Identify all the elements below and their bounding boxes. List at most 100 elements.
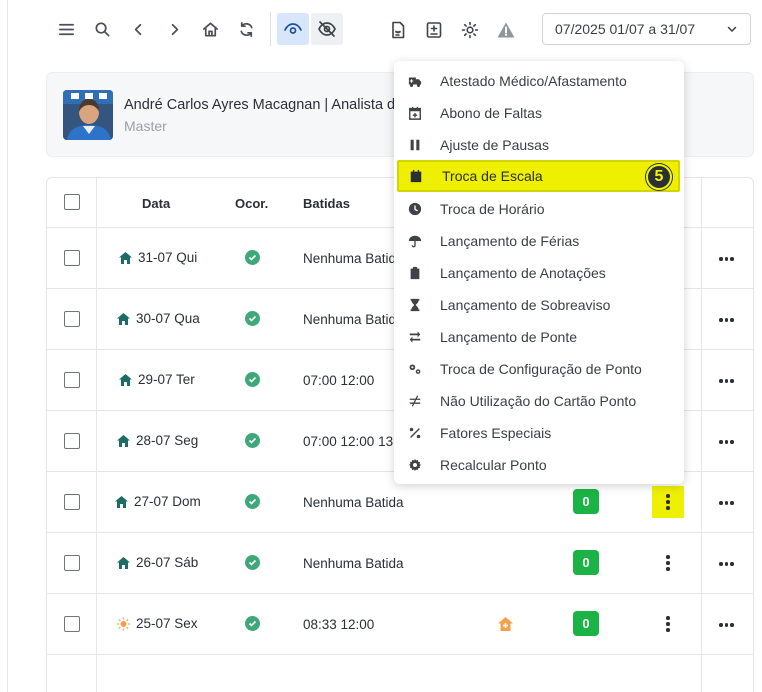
hide-toggle[interactable]: [311, 13, 343, 45]
chevron-down-icon: [727, 26, 737, 33]
menu-item-config-change[interactable]: Troca de Configuração de Ponto: [394, 353, 684, 385]
more-options-button[interactable]: [719, 440, 734, 444]
table-row: 25-07 Sex 08:33 12:00 0: [47, 594, 753, 655]
row-actions-button[interactable]: [652, 547, 684, 579]
row-punches: Nenhuma Batid: [303, 251, 397, 266]
home-icon: [119, 373, 132, 386]
home-office-icon: [498, 617, 513, 631]
menu-item-notes[interactable]: Lançamento de Anotações: [394, 257, 684, 289]
count-badge: 0: [573, 611, 599, 636]
home-icon: [115, 495, 128, 508]
row-checkbox[interactable]: [64, 250, 80, 266]
pause-icon: [407, 137, 423, 153]
warning-icon: [497, 22, 515, 38]
next-button[interactable]: [156, 12, 192, 46]
menu-button[interactable]: [48, 12, 84, 46]
menu-item-special-factors[interactable]: Fatores Especiais: [394, 417, 684, 449]
header-date: Data: [142, 196, 171, 211]
document-button[interactable]: [383, 15, 413, 45]
menu-item-schedule-change[interactable]: Troca de Escala 5: [397, 160, 680, 192]
hourglass-icon: [407, 297, 423, 313]
chevron-right-icon: [171, 23, 178, 35]
row-checkbox[interactable]: [64, 433, 80, 449]
more-options-button[interactable]: [719, 257, 734, 261]
more-options-button[interactable]: [719, 379, 734, 383]
check-icon: [245, 494, 260, 509]
avatar-photo: [63, 90, 113, 140]
row-checkbox[interactable]: [64, 494, 80, 510]
row-date: 25-07 Sex: [116, 616, 198, 631]
row-date: 28-07 Seg: [116, 433, 198, 448]
check-icon: [245, 616, 260, 631]
menu-item-medical-certificate[interactable]: Atestado Médico/Afastamento: [394, 65, 684, 97]
menu-item-on-call[interactable]: Lançamento de Sobreaviso: [394, 289, 684, 321]
row-date: 26-07 Sáb: [116, 555, 198, 570]
row-punches: 08:33 12:00: [303, 617, 375, 632]
more-options-button[interactable]: [719, 318, 734, 322]
document-icon: [392, 21, 405, 39]
not-equal-icon: [407, 393, 423, 409]
search-icon: [94, 21, 110, 37]
previous-button[interactable]: [120, 12, 156, 46]
table-row: 26-07 Sáb Nenhuma Batida 0: [47, 533, 753, 594]
count-badge: 0: [573, 550, 599, 575]
percent-icon: [407, 425, 423, 441]
menu-item-pause-adjustment[interactable]: Ajuste de Pausas: [394, 129, 684, 161]
period-select-value: 07/2025 01/07 a 31/07: [555, 21, 696, 37]
home-icon: [117, 312, 130, 325]
check-icon: [245, 311, 260, 326]
count-badge: 0: [573, 489, 599, 514]
umbrella-icon: [407, 233, 423, 249]
row-punches: Nenhuma Batid: [303, 312, 397, 327]
warning-button[interactable]: [491, 15, 521, 45]
search-button[interactable]: [84, 12, 120, 46]
settings-button[interactable]: [455, 15, 485, 45]
period-select[interactable]: 07/2025 01/07 a 31/07: [542, 13, 751, 45]
eye-icon: [284, 23, 302, 34]
row-checkbox[interactable]: [64, 555, 80, 571]
row-date: 29-07 Ter: [118, 372, 195, 387]
clipboard-icon: [407, 265, 423, 281]
show-toggle[interactable]: [277, 13, 309, 45]
header-punches: Batidas: [303, 196, 350, 211]
row-actions-button[interactable]: [652, 486, 684, 518]
sun-icon: [117, 617, 130, 630]
check-icon: [245, 250, 260, 265]
add-entry-button[interactable]: [419, 15, 449, 45]
home-button[interactable]: [192, 12, 228, 46]
user-role: Master: [124, 118, 167, 134]
row-checkbox[interactable]: [64, 616, 80, 632]
row-date: 31-07 Qui: [118, 250, 197, 265]
row-punches: Nenhuma Batida: [303, 556, 404, 571]
calendar-plus-icon: [407, 105, 423, 121]
menu-item-absence-allowance[interactable]: Abono de Faltas: [394, 97, 684, 129]
calculator-plus-icon: [426, 22, 442, 38]
gear-icon: [407, 457, 423, 473]
menu-item-vacation[interactable]: Lançamento de Férias: [394, 225, 684, 257]
home-icon: [202, 21, 218, 37]
menu-item-time-change[interactable]: Troca de Horário: [394, 193, 684, 225]
more-options-button[interactable]: [719, 562, 734, 566]
menu-item-card-not-used[interactable]: Não Utilização do Cartão Ponto: [394, 385, 684, 417]
row-checkbox[interactable]: [64, 372, 80, 388]
clock-icon: [407, 201, 423, 217]
chevron-left-icon: [134, 23, 141, 35]
row-checkbox[interactable]: [64, 311, 80, 327]
more-options-button[interactable]: [719, 623, 734, 627]
home-icon: [117, 434, 130, 447]
refresh-button[interactable]: [228, 12, 264, 46]
gears-icon: [407, 361, 423, 377]
menu-item-bridge[interactable]: Lançamento de Ponte: [394, 321, 684, 353]
gear-icon: [461, 21, 479, 39]
row-date: 30-07 Qua: [116, 311, 200, 326]
hamburger-icon: [58, 23, 74, 35]
check-icon: [245, 433, 260, 448]
row-actions-button[interactable]: [652, 608, 684, 640]
row-punches: Nenhuma Batida: [303, 495, 404, 510]
select-all-checkbox[interactable]: [64, 194, 80, 210]
user-name: André Carlos Ayres Macagnan | Analista d: [124, 97, 396, 113]
more-options-button[interactable]: [719, 501, 734, 505]
row-punches: 07:00 12:00: [303, 373, 375, 388]
ambulance-icon: [407, 73, 423, 89]
menu-item-recalculate[interactable]: Recalcular Ponto: [394, 449, 684, 481]
